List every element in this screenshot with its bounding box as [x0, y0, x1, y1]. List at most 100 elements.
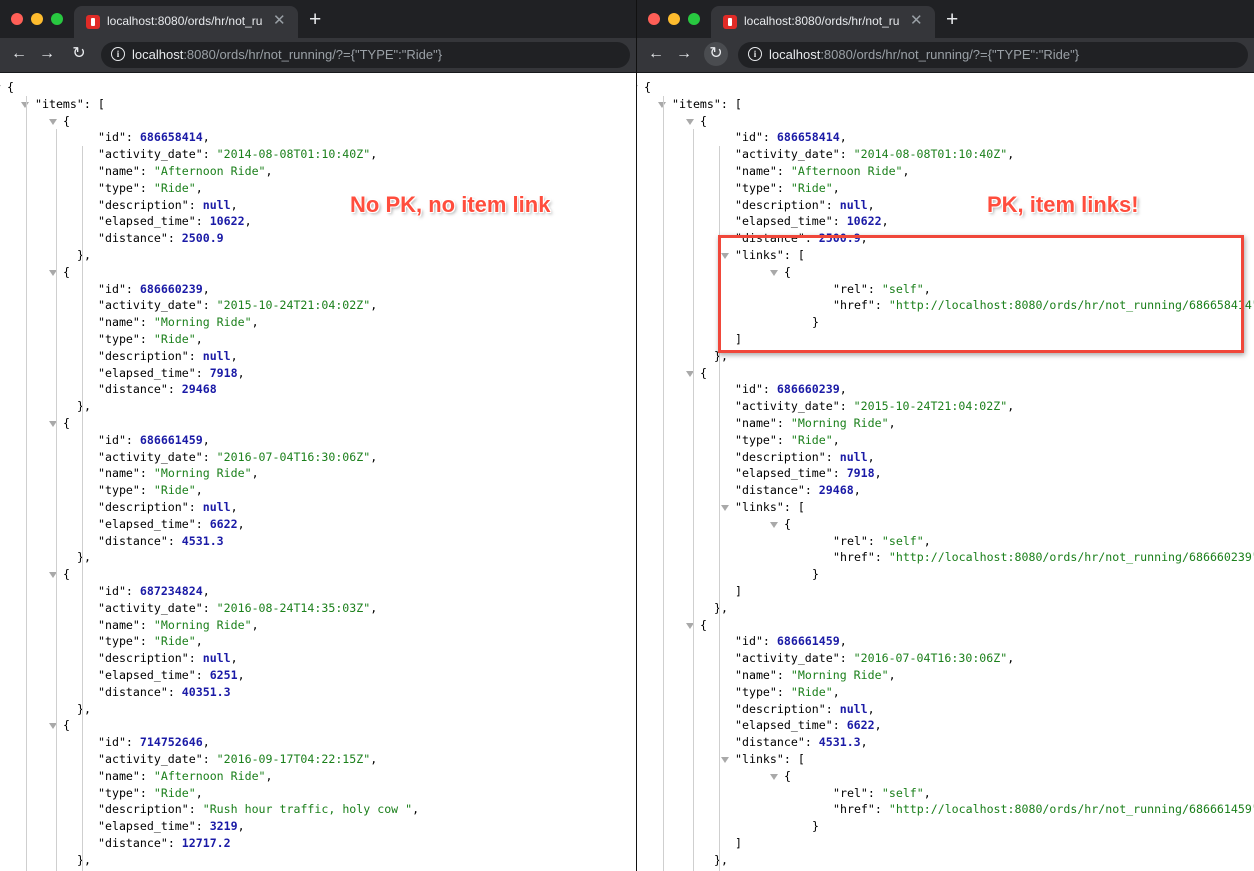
indent-guide — [56, 129, 57, 871]
info-icon[interactable]: i — [111, 47, 125, 61]
close-window-button[interactable] — [648, 13, 660, 25]
back-arrow-icon[interactable]: ← — [7, 43, 31, 65]
json-field-links: "links": [ — [735, 500, 805, 514]
json-field-distance: "distance": 29468 — [98, 382, 217, 397]
json-field-activity-date: "activity_date": "2014-08-08T01:10:40Z", — [735, 147, 1015, 162]
browser-window-left: localhost:8080/ords/hr/not_running/?q={"… — [0, 0, 636, 871]
new-tab-icon[interactable]: + — [946, 9, 958, 31]
indent-guide — [663, 95, 664, 871]
json-links-close: ] — [735, 836, 742, 850]
json-item-open: { — [63, 416, 70, 430]
json-field-activity-date: "activity_date": "2016-07-04T16:30:06Z", — [735, 651, 1015, 666]
annotation-label: No PK, no item link — [350, 192, 551, 217]
json-field-type: "type": "Ride", — [98, 180, 203, 195]
forward-arrow-icon[interactable]: → — [35, 43, 59, 65]
reload-icon[interactable]: ↻ — [704, 42, 728, 66]
url-text[interactable]: localhost:8080/ords/hr/not_running/?={"T… — [769, 47, 1079, 62]
maximize-window-button[interactable] — [688, 13, 700, 25]
json-field-type: "type": "Ride", — [735, 432, 840, 447]
json-item-close: }, — [77, 701, 91, 716]
json-field-id: "id": 686658414, — [98, 130, 210, 145]
collapse-caret-icon[interactable] — [770, 773, 778, 780]
json-field-activity-date: "activity_date": "2015-10-24T21:04:02Z", — [98, 298, 378, 313]
json-field-distance: "distance": 4531.3, — [735, 735, 868, 750]
json-field-activity-date: "activity_date": "2016-09-17T04:22:15Z", — [98, 752, 378, 766]
reload-icon[interactable]: ↻ — [67, 43, 91, 65]
collapse-caret-icon[interactable] — [637, 85, 638, 91]
collapse-caret-icon[interactable] — [770, 521, 778, 528]
address-bar[interactable]: i localhost:8080/ords/hr/not_running/?={… — [738, 42, 1248, 68]
json-item-open: { — [700, 365, 707, 380]
json-field-id: "id": 687234824, — [98, 584, 210, 598]
collapse-caret-icon[interactable] — [686, 118, 694, 125]
json-field-elapsed-time: "elapsed_time": 6251, — [98, 668, 245, 682]
json-links-close: ] — [735, 584, 742, 598]
address-bar[interactable]: i localhost:8080/ords/hr/not_running/?={… — [101, 42, 630, 68]
browser-tab[interactable]: localhost:8080/ords/hr/not_running/?q={"… — [711, 6, 935, 38]
indent-guide — [693, 129, 694, 871]
tab-close-icon[interactable]: ✕ — [910, 12, 923, 30]
json-field-type: "type": "Ride", — [98, 483, 203, 498]
json-field-description: "description": null, — [735, 197, 875, 212]
close-window-button[interactable] — [11, 13, 23, 25]
json-field-description: "description": null, — [98, 197, 238, 212]
json-link-close: } — [812, 819, 819, 834]
json-item-open: { — [63, 113, 70, 128]
json-field-id: "id": 686658414, — [735, 130, 847, 145]
json-link-rel: "rel": "self", — [833, 533, 931, 548]
json-field-description: "description": null, — [98, 651, 238, 666]
json-item-close: }, — [714, 600, 728, 615]
url-text[interactable]: localhost:8080/ords/hr/not_running/?={"T… — [132, 47, 442, 62]
json-field-id: "id": 686660239, — [98, 281, 210, 296]
info-icon[interactable]: i — [748, 47, 762, 61]
page-content: { "items": [ { "id": 686658414, "activity_da… — [0, 73, 636, 871]
json-item-open: { — [63, 567, 70, 582]
json-field-elapsed-time: "elapsed_time": 6622, — [98, 516, 245, 531]
minimize-window-button[interactable] — [668, 13, 680, 25]
json-field-name: "name": "Afternoon Ride", — [735, 164, 910, 178]
back-arrow-icon[interactable]: ← — [644, 43, 668, 65]
collapse-caret-icon[interactable] — [49, 118, 57, 125]
json-root-open: { — [7, 80, 14, 94]
json-field-description: "description": null, — [735, 449, 875, 464]
new-tab-icon[interactable]: + — [309, 9, 321, 31]
minimize-window-button[interactable] — [31, 13, 43, 25]
tab-close-icon[interactable]: ✕ — [273, 12, 286, 30]
json-field-name: "name": "Afternoon Ride", — [98, 768, 273, 783]
json-field-description: "description": "Rush hour traffic, holy … — [98, 802, 420, 817]
json-field-elapsed-time: "elapsed_time": 10622, — [98, 214, 252, 229]
json-field-activity-date: "activity_date": "2014-08-08T01:10:40Z", — [98, 147, 378, 162]
json-field-distance: "distance": 12717.2 — [98, 836, 231, 850]
json-field-activity-date: "activity_date": "2016-08-24T14:35:03Z", — [98, 600, 378, 615]
tab-bar: localhost:8080/ords/hr/not_running/?q={"… — [0, 0, 636, 38]
collapse-caret-icon[interactable] — [658, 101, 666, 108]
json-field-links: "links": [ — [735, 752, 805, 766]
json-field-elapsed-time: "elapsed_time": 10622, — [735, 214, 889, 229]
json-field-name: "name": "Morning Ride", — [735, 668, 896, 682]
maximize-window-button[interactable] — [51, 13, 63, 25]
collapse-caret-icon[interactable] — [21, 101, 29, 108]
json-field-elapsed-time: "elapsed_time": 6622, — [735, 718, 882, 733]
json-field-type: "type": "Ride", — [735, 684, 840, 699]
collapse-caret-icon[interactable] — [0, 85, 1, 91]
json-item-close: }, — [77, 399, 91, 414]
json-field-type: "type": "Ride", — [98, 785, 203, 800]
forward-arrow-icon[interactable]: → — [672, 43, 696, 65]
json-field-distance: "distance": 4531.3 — [98, 533, 224, 548]
json-item-open: { — [700, 113, 707, 128]
json-item-open: { — [63, 718, 70, 733]
json-field-name: "name": "Morning Ride", — [735, 416, 896, 430]
json-field-id: "id": 686661459, — [735, 634, 847, 649]
json-items-key: "items": [ — [35, 96, 105, 111]
json-field-description: "description": null, — [98, 500, 238, 514]
browser-tab[interactable]: localhost:8080/ords/hr/not_running/?q={"… — [74, 6, 298, 38]
browser-toolbar: ← → ↻ i localhost:8080/ords/hr/not_runni… — [0, 38, 636, 73]
annotation-label: PK, item links! — [987, 192, 1139, 217]
collapse-caret-icon[interactable] — [721, 757, 729, 763]
favicon-icon — [86, 15, 100, 29]
tab-title: localhost:8080/ords/hr/not_running/?q={"… — [107, 14, 262, 28]
collapse-caret-icon[interactable] — [721, 505, 729, 511]
json-field-id: "id": 686660239, — [735, 382, 847, 397]
json-field-distance: "distance": 2500.9 — [98, 231, 224, 246]
json-item-close: }, — [77, 248, 91, 262]
